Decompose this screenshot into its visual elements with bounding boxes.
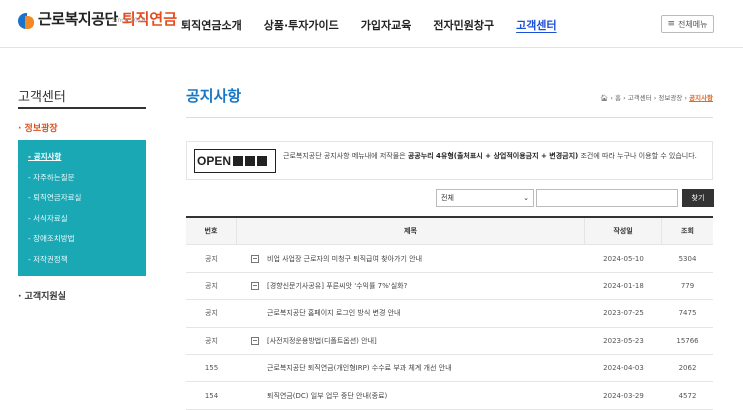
global-nav: 퇴직연금소개 상품·투자가이드 가입자교육 전자민원창구 고객센터 <box>181 17 579 33</box>
nav-item-customer-center[interactable]: 고객센터 <box>516 17 556 33</box>
header-no: 번호 <box>186 218 237 245</box>
breadcrumb: 🏠︎ › 홈 › 고객센터 › 정보광장 › 공지사항 <box>600 94 713 102</box>
row-views: 2062 <box>678 364 697 373</box>
row-date: 2024-04-03 <box>603 364 644 373</box>
row-views: 7475 <box>678 309 697 318</box>
sidebar-submenu: - 공지사항 - 자주하는질문 - 퇴직연금자료실 - 서식자료실 - 장애조치… <box>18 140 146 276</box>
sidebar-section-info[interactable]: · 정보광장 <box>18 121 58 134</box>
row-date: 2023-05-23 <box>603 336 644 345</box>
header-title: 제목 <box>237 218 585 245</box>
row-title-link[interactable]: 퇴직연금(DC) 일부 업무 중단 안내(종료) <box>267 391 387 401</box>
search-button[interactable]: 찾기 <box>682 189 714 207</box>
row-title-link[interactable]: 비업 사업장 근로자의 미청구 퇴직급여 찾아가기 안내 <box>267 254 422 264</box>
open-license-notice: OPEN 근로복지공단 공지사항 메뉴내에 저작물은 공공누리 4유형(출처표시… <box>186 141 713 180</box>
hamburger-icon: ≡ <box>667 19 676 29</box>
sidebar-item-copyright-policy[interactable]: - 저작권정책 <box>18 253 146 274</box>
notice-table: 번호 제목 작성일 조회 공지 비업 사업장 근로자의 미청구 퇴직급여 찾아가… <box>186 216 713 410</box>
table-row[interactable]: 공지 비업 사업장 근로자의 미청구 퇴직급여 찾아가기 안내 2024-05-… <box>186 245 713 273</box>
row-title-link[interactable]: 근로복지공단 퇴직연금(개인형IRP) 수수료 부과 체계 개선 안내 <box>267 363 452 373</box>
row-no: 공지 <box>205 281 218 290</box>
breadcrumb-info-plaza[interactable]: 정보광장 <box>658 94 682 102</box>
all-menu-button[interactable]: ≡ 전체메뉴 <box>661 15 714 33</box>
table-row[interactable]: 155 근로복지공단 퇴직연금(개인형IRP) 수수료 부과 체계 개선 안내 … <box>186 355 713 383</box>
kogl-open-logo: OPEN <box>194 149 276 173</box>
kogl-noderivs-icon <box>257 156 268 166</box>
row-date: 2024-03-29 <box>603 391 644 400</box>
content-divider <box>186 117 713 118</box>
home-icon[interactable]: 🏠︎ <box>600 94 608 102</box>
open-license-text: 근로복지공단 공지사항 메뉴내에 저작물은 공공누리 4유형(출처표시 + 상업… <box>283 152 697 160</box>
row-date: 2023-07-25 <box>603 309 644 318</box>
sidebar-section-support[interactable]: · 고객지원실 <box>18 289 66 302</box>
all-menu-label: 전체메뉴 <box>678 19 708 29</box>
table-row[interactable]: 공지 [사전지정운용방법(디폴트옵션) 안내] 2023-05-23 15766 <box>186 328 713 355</box>
header-date: 작성일 <box>585 218 662 245</box>
chevron-down-icon: ⌄ <box>523 194 529 202</box>
row-date: 2024-01-18 <box>603 281 644 290</box>
attachment-icon <box>251 336 259 345</box>
row-title-link[interactable]: [경향신문기사공유] 푸른씨앗 '수익률 7%'실화? <box>267 281 407 291</box>
table-header-row: 번호 제목 작성일 조회 <box>186 218 713 246</box>
logo-main-text: 근로복지공단 <box>38 11 118 28</box>
row-no: 공지 <box>205 254 218 263</box>
sidebar-item-form-library[interactable]: - 서식자료실 <box>18 212 146 233</box>
table-row[interactable]: 공지 근로복지공단 홈페이지 로그인 방식 변경 안내 2023-07-25 7… <box>186 300 713 328</box>
row-views: 779 <box>680 281 695 290</box>
breadcrumb-home[interactable]: 홈 <box>615 94 621 102</box>
row-views: 15766 <box>676 336 699 345</box>
row-date: 2024-05-10 <box>603 254 644 263</box>
row-no: 154 <box>204 391 219 400</box>
nav-item-member-education[interactable]: 가입자교육 <box>361 17 412 33</box>
row-title-link[interactable]: 근로복지공단 홈페이지 로그인 방식 변경 안내 <box>267 308 401 318</box>
kogl-attribution-icon <box>233 156 244 166</box>
attachment-icon <box>251 281 259 290</box>
header-views: 조회 <box>681 227 694 236</box>
nav-item-retirement-intro[interactable]: 퇴직연금소개 <box>181 17 242 33</box>
kogl-noncommercial-icon <box>245 156 256 166</box>
logo-mark-icon <box>18 13 34 29</box>
breadcrumb-current[interactable]: 공지사항 <box>689 94 713 102</box>
sidebar-item-notices[interactable]: - 공지사항 <box>18 150 146 171</box>
row-no: 155 <box>204 364 219 373</box>
sidebar-divider <box>18 107 146 109</box>
site-logo[interactable]: 근로복지공단 퇴직연금 <box>18 11 177 29</box>
row-no: 공지 <box>205 309 218 318</box>
row-no: 공지 <box>205 336 218 345</box>
row-views: 4572 <box>678 391 697 400</box>
row-views: 5304 <box>678 254 697 263</box>
search-scope-select[interactable]: 전체 ⌄ <box>436 189 534 207</box>
site-header: 근로복지공단 퇴직연금 Since 2010 퇴직연금소개 상품·투자가이드 가… <box>0 0 743 48</box>
page-title: 공지사항 <box>186 87 242 105</box>
nav-item-e-civil-service[interactable]: 전자민원창구 <box>433 17 494 33</box>
sidebar-item-faq[interactable]: - 자주하는질문 <box>18 171 146 192</box>
nav-item-products-guide[interactable]: 상품·투자가이드 <box>264 17 339 33</box>
breadcrumb-customer-center[interactable]: 고객센터 <box>628 94 652 102</box>
sidebar-title: 고객센터 <box>18 90 66 105</box>
sidebar-item-troubleshooting[interactable]: - 장애조치방법 <box>18 232 146 253</box>
row-title-link[interactable]: [사전지정운용방법(디폴트옵션) 안내] <box>267 336 377 346</box>
table-row[interactable]: 154 퇴직연금(DC) 일부 업무 중단 안내(종료) 2024-03-29 … <box>186 382 713 410</box>
logo-since-text: Since 2010 <box>112 17 146 24</box>
attachment-icon <box>251 254 259 263</box>
sidebar-item-pension-library[interactable]: - 퇴직연금자료실 <box>18 191 146 212</box>
search-input[interactable] <box>536 189 678 207</box>
table-row[interactable]: 공지 [경향신문기사공유] 푸른씨앗 '수익률 7%'실화? 2024-01-1… <box>186 273 713 301</box>
